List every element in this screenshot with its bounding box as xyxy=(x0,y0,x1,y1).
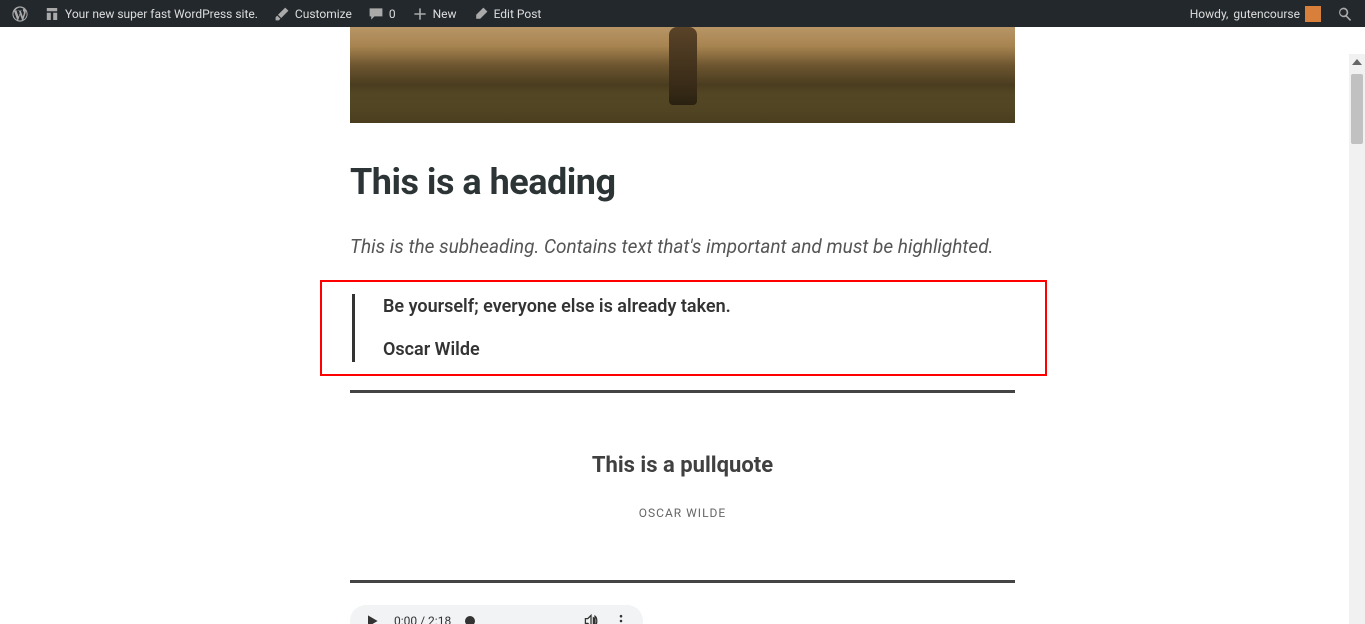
scroll-thumb[interactable] xyxy=(1351,74,1363,144)
wp-logo[interactable] xyxy=(4,0,36,27)
search-toggle[interactable] xyxy=(1329,0,1361,27)
blockquote: Be yourself; everyone else is already ta… xyxy=(352,294,1045,362)
edit-post-label: Edit Post xyxy=(494,7,542,21)
pullquote-author: OSCAR WILDE xyxy=(380,506,985,520)
page-heading: This is a heading xyxy=(350,161,1015,203)
site-title: Your new super fast WordPress site. xyxy=(65,7,258,21)
username: gutencourse xyxy=(1233,7,1300,21)
search-icon xyxy=(1337,6,1353,22)
audio-progress-dot[interactable] xyxy=(465,616,475,624)
content-wrap: This is a heading This is the subheading… xyxy=(350,27,1015,624)
volume-icon[interactable] xyxy=(583,613,599,624)
new-label: New xyxy=(433,7,457,21)
scroll-up-button[interactable] xyxy=(1349,54,1365,70)
comments-count: 0 xyxy=(389,7,396,21)
pencil-icon xyxy=(473,6,489,22)
page: This is a heading This is the subheading… xyxy=(0,27,1365,624)
pullquote: This is a pullquote OSCAR WILDE xyxy=(350,390,1015,583)
avatar xyxy=(1305,6,1321,22)
brush-icon xyxy=(274,6,290,22)
quote-text: Be yourself; everyone else is already ta… xyxy=(383,296,1045,317)
comments-link[interactable]: 0 xyxy=(360,0,404,27)
admin-left: Your new super fast WordPress site. Cust… xyxy=(4,0,549,27)
customize-link[interactable]: Customize xyxy=(266,0,360,27)
page-subheading: This is the subheading. Contains text th… xyxy=(350,231,1015,262)
wp-admin-bar: Your new super fast WordPress site. Cust… xyxy=(0,0,1365,27)
vertical-scrollbar[interactable] xyxy=(1349,54,1365,624)
howdy-prefix: Howdy, xyxy=(1190,7,1229,21)
user-menu[interactable]: Howdy, gutencourse xyxy=(1182,0,1329,27)
edit-post-link[interactable]: Edit Post xyxy=(465,0,550,27)
quote-author: Oscar Wilde xyxy=(383,339,1045,360)
audio-menu-icon[interactable] xyxy=(613,613,629,624)
new-content-link[interactable]: New xyxy=(404,0,465,27)
admin-right: Howdy, gutencourse xyxy=(1182,0,1361,27)
pullquote-text: This is a pullquote xyxy=(380,453,985,478)
comment-icon xyxy=(368,6,384,22)
highlight-annotation: Be yourself; everyone else is already ta… xyxy=(320,280,1047,376)
hero-image xyxy=(350,27,1015,123)
wordpress-icon xyxy=(12,6,28,22)
dashboard-icon xyxy=(44,6,60,22)
play-icon[interactable] xyxy=(364,613,380,624)
audio-player[interactable]: 0:00 / 2:18 xyxy=(350,605,643,624)
plus-icon xyxy=(412,6,428,22)
audio-time: 0:00 / 2:18 xyxy=(394,614,451,624)
customize-label: Customize xyxy=(295,7,352,21)
site-name-link[interactable]: Your new super fast WordPress site. xyxy=(36,0,266,27)
